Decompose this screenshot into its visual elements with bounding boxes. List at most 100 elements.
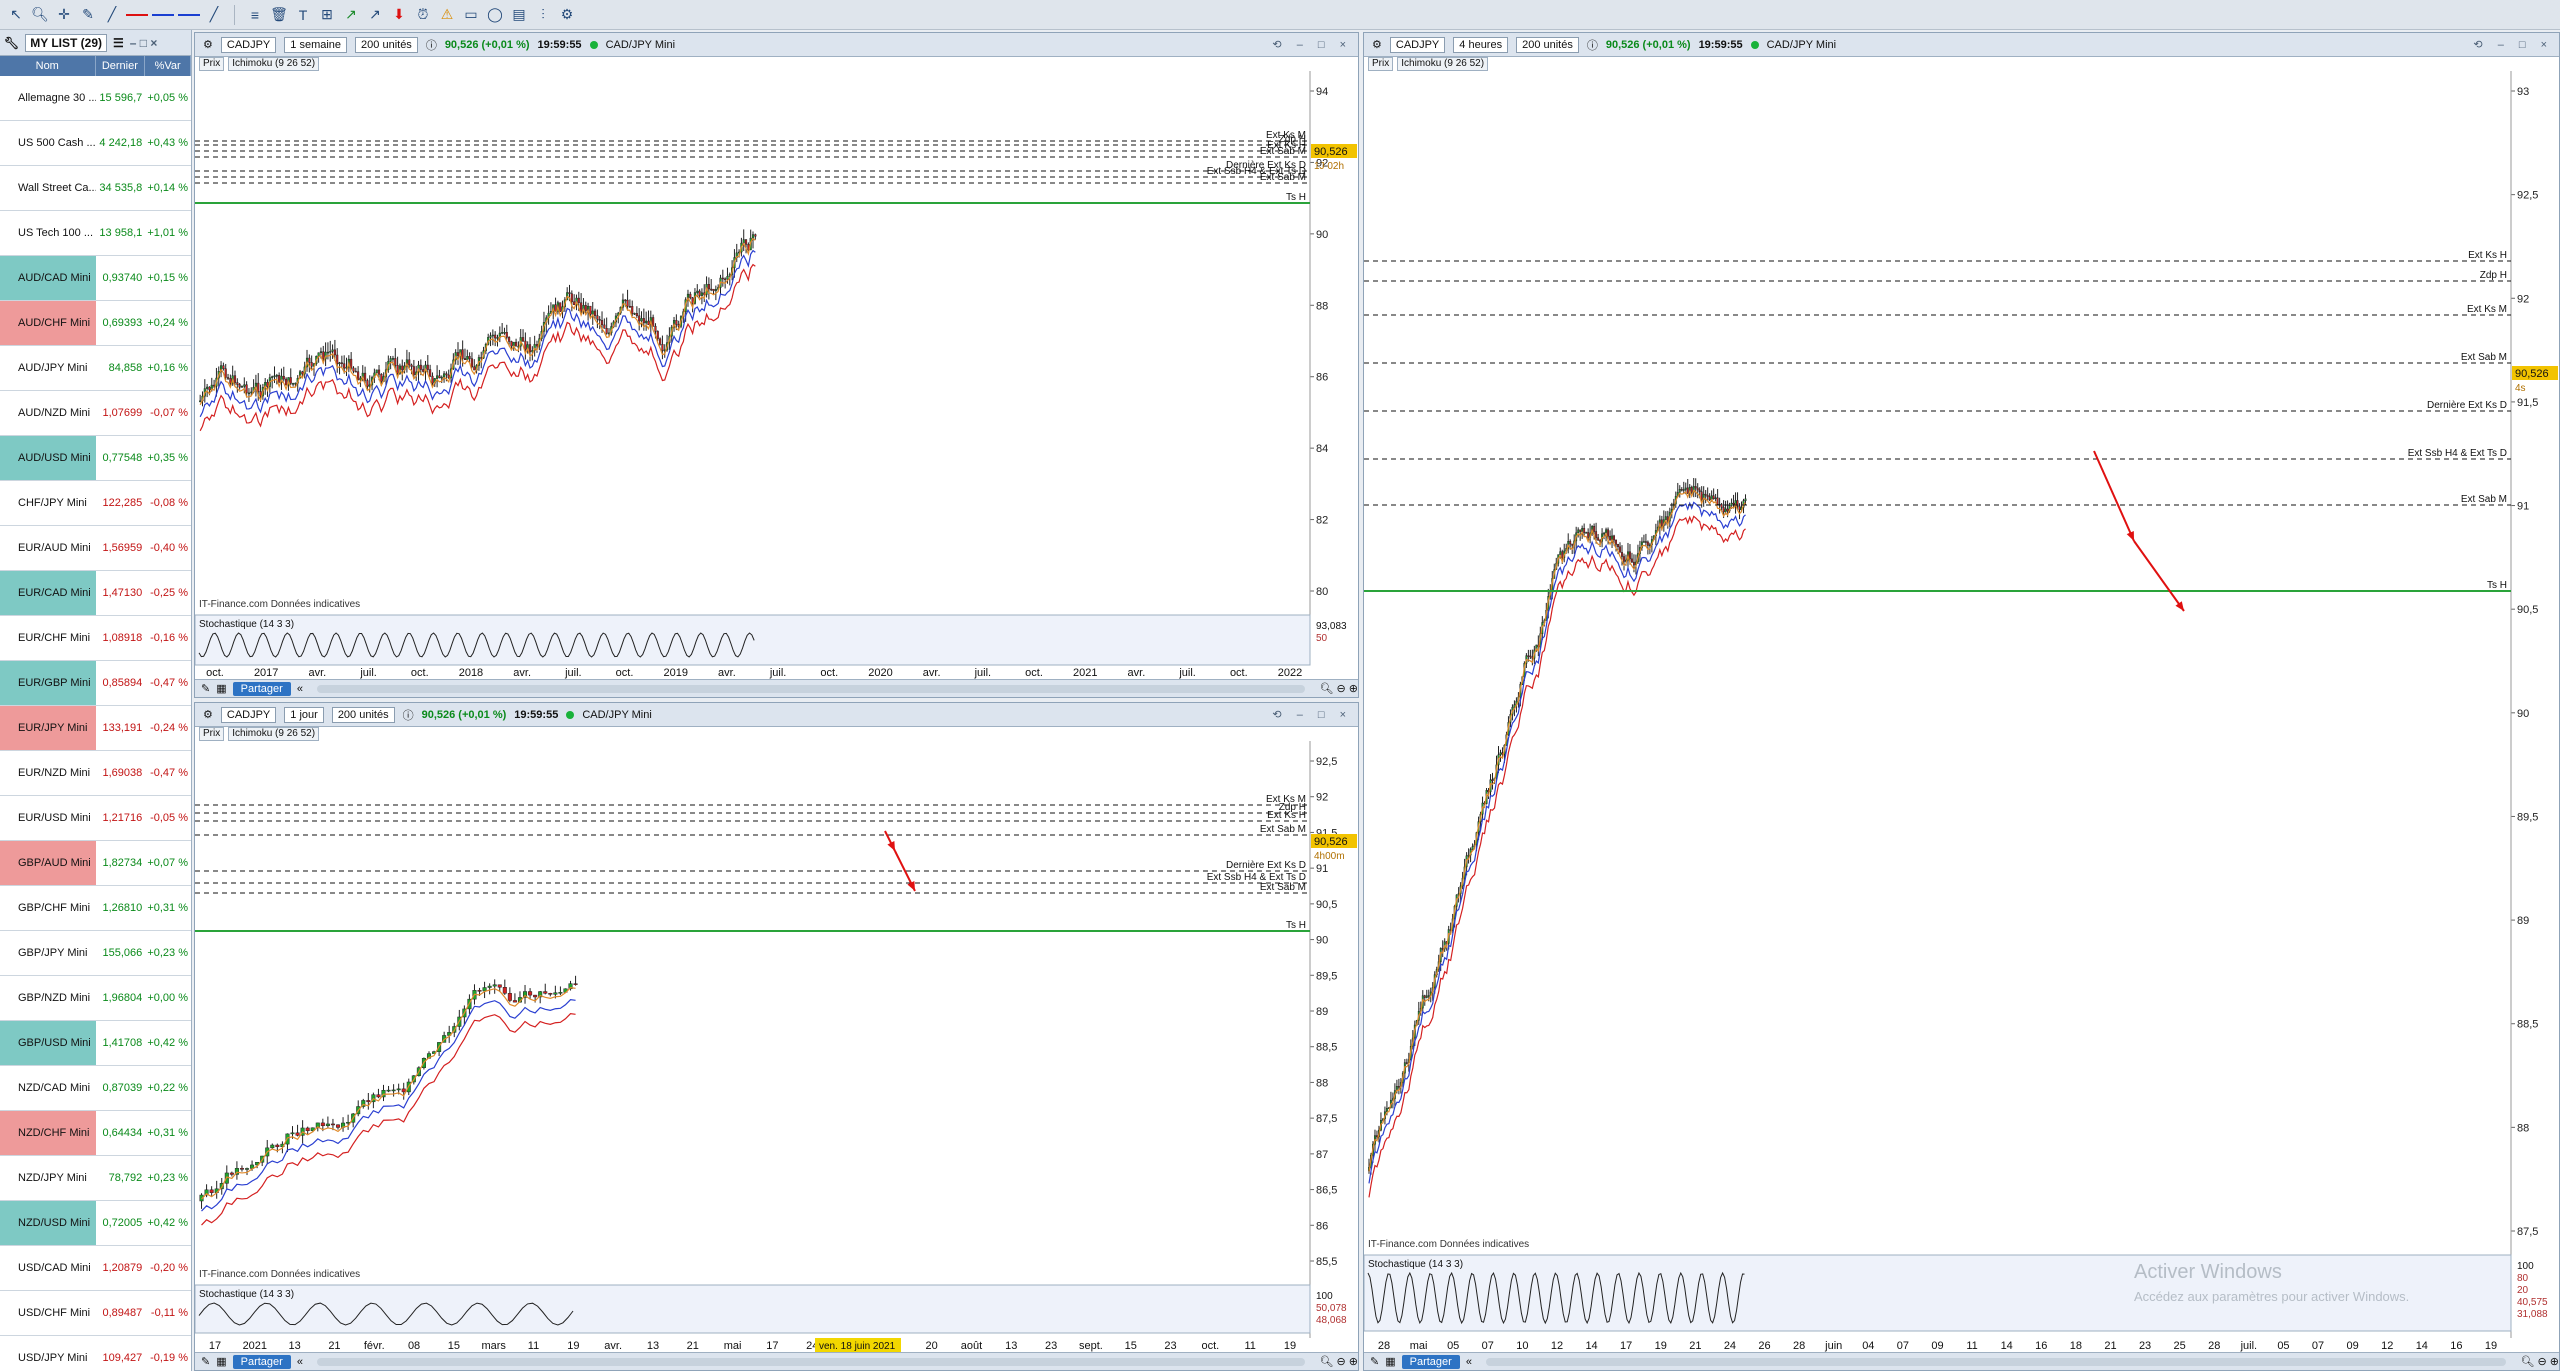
- arrow-tool-icon[interactable]: ↗: [365, 5, 385, 25]
- horizontal-scrollbar[interactable]: [316, 1357, 1306, 1366]
- fibonacci-icon[interactable]: ⊞: [317, 5, 337, 25]
- table-row[interactable]: USD/JPY Mini 109,427 -0,19 %: [0, 1336, 191, 1371]
- info-icon[interactable]: ⓘ: [426, 37, 437, 53]
- table-row[interactable]: US 500 Cash ... 4 242,18 +0,43 %: [0, 121, 191, 166]
- table-row[interactable]: Allemagne 30 ... 15 596,7 +0,05 %: [0, 76, 191, 121]
- cursor-icon[interactable]: ↖: [6, 5, 26, 25]
- table-row[interactable]: GBP/JPY Mini 155,066 +0,23 %: [0, 931, 191, 976]
- table-row[interactable]: EUR/GBP Mini 0,85894 -0,47 %: [0, 661, 191, 706]
- window-controls-icon[interactable]: ⟲ – □ ×: [1272, 708, 1352, 721]
- arrow-up-icon[interactable]: ↗: [341, 5, 361, 25]
- col-last[interactable]: Dernier: [96, 56, 146, 76]
- chart-type-icon[interactable]: ▦: [216, 682, 226, 695]
- share-button[interactable]: Partager: [1401, 1354, 1460, 1369]
- menu-icon[interactable]: ☰: [113, 36, 124, 50]
- info-icon[interactable]: ⓘ: [403, 707, 414, 723]
- scroll-left-icon[interactable]: «: [297, 1356, 303, 1368]
- pitchfork-icon[interactable]: ⫶: [533, 5, 553, 25]
- table-row[interactable]: NZD/CHF Mini 0,64434 +0,31 %: [0, 1111, 191, 1156]
- col-name[interactable]: Nom: [0, 56, 96, 76]
- settings-icon[interactable]: ⚙: [203, 708, 213, 721]
- table-row[interactable]: GBP/AUD Mini 1,82734 +0,07 %: [0, 841, 191, 886]
- ellipse-icon[interactable]: ◯: [485, 5, 505, 25]
- table-row[interactable]: GBP/NZD Mini 1,96804 +0,00 %: [0, 976, 191, 1021]
- price-chart[interactable]: 92,59291,59190,59089,58988,58887,58786,5…: [195, 741, 1358, 1352]
- info-icon[interactable]: ⓘ: [1587, 37, 1598, 53]
- table-row[interactable]: EUR/CHF Mini 1,08918 -0,16 %: [0, 616, 191, 661]
- table-row[interactable]: NZD/CAD Mini 0,87039 +0,22 %: [0, 1066, 191, 1111]
- symbol-selector[interactable]: CADJPY: [1389, 36, 1446, 53]
- pencil-icon[interactable]: ✎: [78, 5, 98, 25]
- tab-price[interactable]: Prix: [199, 57, 225, 71]
- table-row[interactable]: CHF/JPY Mini 122,285 -0,08 %: [0, 481, 191, 526]
- table-row[interactable]: EUR/JPY Mini 133,191 -0,24 %: [0, 706, 191, 751]
- units-selector[interactable]: 200 unités: [1516, 36, 1579, 53]
- units-selector[interactable]: 200 unités: [331, 706, 395, 723]
- zoom-controls-icon[interactable]: 🔍︎ ⊖ ⊕: [1319, 1355, 1358, 1368]
- table-row[interactable]: AUD/NZD Mini 1,07699 -0,07 %: [0, 391, 191, 436]
- table-row[interactable]: AUD/USD Mini 0,77548 +0,35 %: [0, 436, 191, 481]
- zoom-icon[interactable]: 🔍︎: [30, 5, 50, 25]
- price-chart[interactable]: 9492908886848280Ext Ks MZdp HExt Ks HExt…: [195, 71, 1358, 679]
- window-controls-icon[interactable]: ⟲ – □ ×: [2473, 38, 2553, 51]
- table-row[interactable]: EUR/CAD Mini 1,47130 -0,25 %: [0, 571, 191, 616]
- window-controls-icon[interactable]: ⟲ – □ ×: [1272, 38, 1352, 51]
- tools-icon[interactable]: ✎: [1370, 1355, 1379, 1368]
- watchlist-selector[interactable]: MY LIST (29): [25, 33, 108, 52]
- table-row[interactable]: AUD/CAD Mini 0,93740 +0,15 %: [0, 256, 191, 301]
- text-icon[interactable]: T: [293, 5, 313, 25]
- chart-type-icon[interactable]: ▦: [216, 1355, 226, 1368]
- text-tool-icon[interactable]: ≡: [245, 5, 265, 25]
- zoom-controls-icon[interactable]: 🔍︎ ⊖ ⊕: [1319, 682, 1358, 695]
- tab-price[interactable]: Prix: [199, 727, 225, 741]
- table-row[interactable]: USD/CAD Mini 1,20879 -0,20 %: [0, 1246, 191, 1291]
- col-change[interactable]: %Var: [145, 56, 191, 76]
- window-controls-icon[interactable]: – □ ×: [130, 36, 158, 50]
- tab-price[interactable]: Prix: [1368, 57, 1394, 71]
- tab-ichimoku[interactable]: Ichimoku (9 26 52): [228, 57, 320, 71]
- table-row[interactable]: AUD/JPY Mini 84,858 +0,16 %: [0, 346, 191, 391]
- share-button[interactable]: Partager: [232, 681, 291, 696]
- settings-icon[interactable]: ⚙: [1372, 38, 1382, 51]
- symbol-selector[interactable]: CADJPY: [220, 706, 277, 723]
- period-selector[interactable]: 1 semaine: [284, 36, 348, 53]
- period-selector[interactable]: 1 jour: [284, 706, 324, 723]
- table-row[interactable]: USD/CHF Mini 0,89487 -0,11 %: [0, 1291, 191, 1336]
- wrench-icon[interactable]: 🔧︎: [4, 36, 19, 50]
- horizontal-scrollbar[interactable]: [1485, 1357, 2507, 1366]
- table-row[interactable]: AUD/CHF Mini 0,69393 +0,24 %: [0, 301, 191, 346]
- arrow-down-icon[interactable]: ⬇: [389, 5, 409, 25]
- red-line-swatch[interactable]: [126, 13, 148, 16]
- table-row[interactable]: GBP/CHF Mini 1,26810 +0,31 %: [0, 886, 191, 931]
- blue-line-swatch[interactable]: [152, 13, 174, 16]
- line-tool-icon[interactable]: ╱: [102, 5, 122, 25]
- scroll-left-icon[interactable]: «: [1466, 1356, 1472, 1368]
- alarm-icon[interactable]: ⏰︎: [413, 5, 433, 25]
- channel-icon[interactable]: ▤: [509, 5, 529, 25]
- table-row[interactable]: Wall Street Ca... 34 535,8 +0,14 %: [0, 166, 191, 211]
- blue-line-swatch-2[interactable]: [178, 13, 200, 16]
- scroll-left-icon[interactable]: «: [297, 683, 303, 695]
- price-chart[interactable]: 93 92,5 92 91,5 91 90,5 90 89,5 89 88,5 88 87,5 Ext …: [1364, 71, 2559, 1352]
- share-button[interactable]: Partager: [232, 1354, 291, 1369]
- period-selector[interactable]: 4 heures: [1453, 36, 1509, 53]
- table-row[interactable]: GBP/USD Mini 1,41708 +0,42 %: [0, 1021, 191, 1066]
- tools-icon[interactable]: ✎: [201, 1355, 210, 1368]
- rectangle-icon[interactable]: ▭: [461, 5, 481, 25]
- tab-ichimoku[interactable]: Ichimoku (9 26 52): [1397, 57, 1489, 71]
- table-row[interactable]: EUR/NZD Mini 1,69038 -0,47 %: [0, 751, 191, 796]
- tab-ichimoku[interactable]: Ichimoku (9 26 52): [228, 727, 320, 741]
- horizontal-scrollbar[interactable]: [316, 684, 1306, 693]
- crosshair-icon[interactable]: ✛: [54, 5, 74, 25]
- tools-icon[interactable]: ✎: [201, 682, 210, 695]
- diagonal-line-icon[interactable]: ╱: [204, 5, 224, 25]
- table-row[interactable]: NZD/USD Mini 0,72005 +0,42 %: [0, 1201, 191, 1246]
- chart-type-icon[interactable]: ▦: [1385, 1355, 1395, 1368]
- symbol-selector[interactable]: CADJPY: [220, 36, 277, 53]
- zoom-controls-icon[interactable]: 🔍︎ ⊖ ⊕: [2520, 1355, 2559, 1368]
- table-row[interactable]: NZD/JPY Mini 78,792 +0,23 %: [0, 1156, 191, 1201]
- trash-icon[interactable]: 🗑︎: [269, 5, 289, 25]
- table-row[interactable]: EUR/AUD Mini 1,56959 -0,40 %: [0, 526, 191, 571]
- settings-icon[interactable]: ⚙: [557, 5, 577, 25]
- table-row[interactable]: US Tech 100 ... 13 958,1 +1,01 %: [0, 211, 191, 256]
